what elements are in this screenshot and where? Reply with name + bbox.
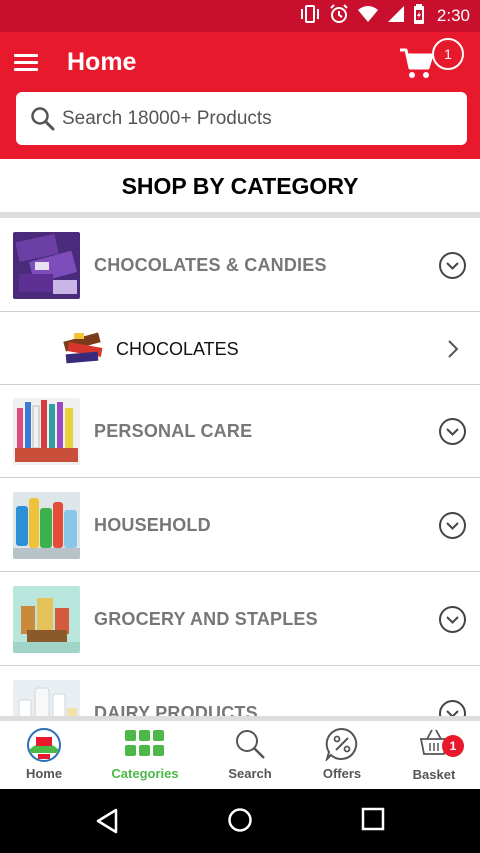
- system-nav-bar: [0, 789, 480, 853]
- recents-icon[interactable]: [361, 807, 385, 831]
- chevron-down-icon[interactable]: [439, 418, 466, 445]
- chocolate-bars-thumb: [62, 327, 106, 367]
- nav-label: Categories: [111, 766, 179, 781]
- nav-label: Basket: [412, 767, 456, 782]
- category-row-personal-care[interactable]: PERSONAL CARE: [0, 384, 480, 478]
- nav-label: Home: [25, 766, 63, 781]
- category-label: DAIRY PRODUCTS: [94, 703, 258, 716]
- grocery-thumb: [13, 586, 80, 653]
- personal-care-thumb: [13, 398, 80, 465]
- chocolates-thumb: [13, 232, 80, 299]
- chevron-down-icon[interactable]: [439, 512, 466, 539]
- nav-basket[interactable]: Basket: [390, 721, 478, 789]
- nav-search[interactable]: Search: [206, 721, 294, 789]
- search-icon: [236, 730, 265, 759]
- basket-count-badge: 1: [442, 735, 464, 757]
- category-label: HOUSEHOLD: [94, 515, 211, 535]
- cart-count-badge: 1: [432, 38, 464, 70]
- menu-icon[interactable]: [14, 54, 38, 74]
- chevron-down-icon[interactable]: [439, 252, 466, 279]
- section-title: SHOP BY CATEGORY: [121, 173, 359, 199]
- chevron-down-icon[interactable]: [439, 606, 466, 633]
- status-time: 2:30: [436, 6, 470, 25]
- category-row-chocolates-candies[interactable]: CHOCOLATES & CANDIES: [0, 218, 480, 312]
- signal-icon: [387, 5, 405, 28]
- nav-categories[interactable]: Categories: [100, 721, 190, 789]
- home-icon[interactable]: [227, 807, 253, 833]
- battery-icon: [413, 3, 425, 29]
- subcategory-label: CHOCOLATES: [116, 339, 239, 359]
- category-row-dairy[interactable]: DAIRY PRODUCTS: [0, 666, 480, 716]
- category-row-household[interactable]: HOUSEHOLD: [0, 478, 480, 572]
- category-row-grocery[interactable]: GROCERY AND STAPLES: [0, 572, 480, 666]
- app-bar: Home 1: [0, 32, 480, 159]
- subcategory-row-chocolates[interactable]: CHOCOLATES: [0, 313, 480, 385]
- category-label: CHOCOLATES & CANDIES: [94, 255, 327, 275]
- category-list[interactable]: CHOCOLATES & CANDIES CHOCOLATES PERSONAL…: [0, 218, 480, 716]
- nav-home[interactable]: Home: [0, 721, 88, 789]
- percent-icon: [325, 727, 358, 761]
- status-icons: 2:30: [299, 3, 470, 29]
- search-icon: [31, 106, 55, 130]
- vibrate-icon: [299, 4, 321, 28]
- bottom-nav: Home Categories Search Offers Basket 1: [0, 721, 480, 789]
- store-logo-icon: [27, 728, 61, 762]
- search-input[interactable]: [62, 107, 442, 130]
- nav-label: Search: [228, 766, 272, 781]
- category-label: GROCERY AND STAPLES: [94, 609, 318, 629]
- wifi-icon: [357, 5, 379, 28]
- nav-label: Offers: [322, 766, 362, 781]
- back-icon[interactable]: [94, 807, 120, 835]
- alarm-icon: [329, 3, 349, 29]
- page-title: Home: [67, 48, 137, 76]
- search-bar[interactable]: [16, 92, 467, 145]
- dairy-thumb: [13, 680, 80, 716]
- cart-icon: [400, 48, 434, 78]
- cart-button[interactable]: 1: [398, 38, 468, 82]
- chevron-right-icon[interactable]: [446, 339, 460, 359]
- chevron-down-icon[interactable]: [439, 700, 466, 716]
- household-thumb: [13, 492, 80, 559]
- category-label: PERSONAL CARE: [94, 421, 253, 441]
- status-bar: 2:30: [0, 0, 480, 32]
- grid-icon: [125, 730, 164, 756]
- nav-offers[interactable]: Offers: [298, 721, 386, 789]
